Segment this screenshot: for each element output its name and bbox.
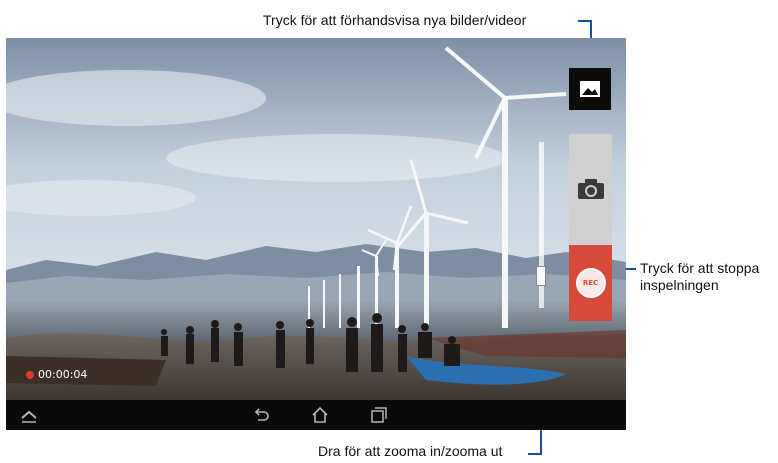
- camera-viewfinder[interactable]: [6, 38, 626, 400]
- recording-dot-icon: [26, 370, 34, 379]
- recent-apps-icon[interactable]: [367, 404, 389, 426]
- camera-mode-button[interactable]: [569, 134, 612, 244]
- recording-timer: 00:00:04: [26, 368, 87, 381]
- gallery-preview-button[interactable]: [569, 68, 611, 110]
- home-icon[interactable]: [309, 404, 331, 426]
- preview-callout: Tryck för att förhandsvisa nya bilder/vi…: [263, 12, 527, 28]
- record-icon: REC: [575, 268, 606, 298]
- stop-recording-button[interactable]: REC: [569, 245, 612, 321]
- rec-label: REC: [582, 279, 599, 287]
- stop-callout-line2: inspelningen: [640, 277, 719, 293]
- zoom-callout: Dra för att zooma in/zooma ut: [318, 443, 503, 459]
- back-icon[interactable]: [250, 404, 272, 426]
- stop-recording-callout: Tryck för att stoppa inspelningen: [640, 260, 759, 294]
- zoom-slider-handle[interactable]: [536, 266, 546, 287]
- stop-callout-line1: Tryck för att stoppa: [640, 260, 760, 276]
- system-nav-bar: [6, 400, 626, 430]
- recording-time: 00:00:04: [38, 368, 88, 381]
- camera-screen: 00:00:04 REC: [6, 38, 626, 430]
- gallery-thumbnail-icon: [580, 81, 600, 97]
- camera-icon: [577, 179, 604, 199]
- chevron-up-icon[interactable]: [18, 404, 40, 426]
